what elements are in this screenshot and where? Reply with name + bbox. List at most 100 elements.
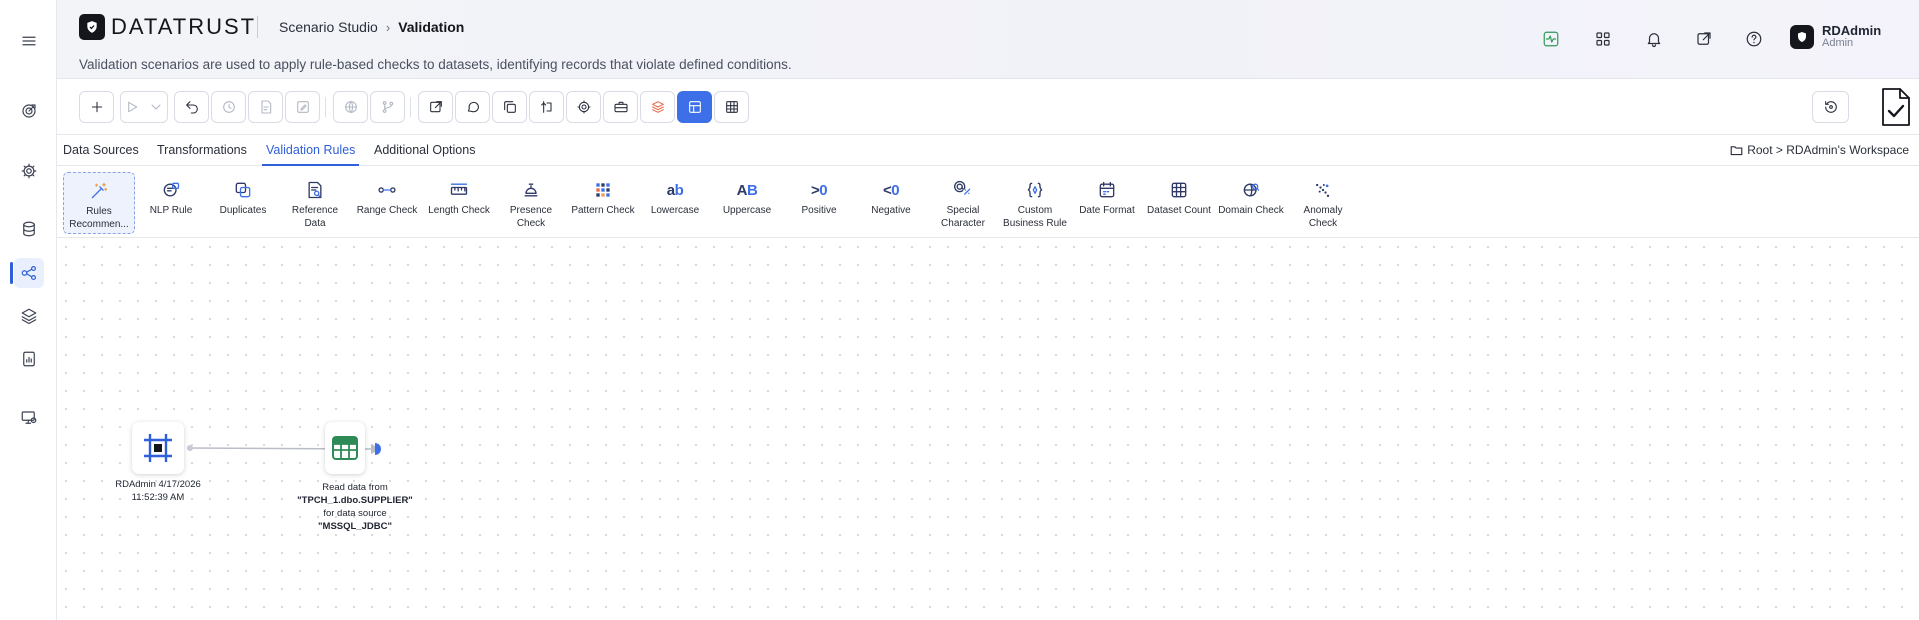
magic-wand-icon	[89, 179, 109, 203]
palette-item-length-check[interactable]: Length Check	[423, 172, 495, 234]
rules-palette: Rules Recommen... NLP Rule Duplicates Re…	[57, 166, 1919, 238]
palette-item-nlp-rule[interactable]: NLP Rule	[135, 172, 207, 234]
palette-label: Duplicates	[219, 205, 267, 216]
palette-item-date-format[interactable]: Date Format	[1071, 172, 1143, 234]
tab-transformations[interactable]: Transformations	[157, 143, 247, 157]
user-menu[interactable]: RDAdmin Admin	[1790, 24, 1881, 49]
toolbox-button[interactable]	[603, 91, 638, 123]
palette-label: Uppercase	[722, 205, 772, 216]
duplicate-icon	[233, 178, 253, 202]
add-button[interactable]	[79, 91, 114, 123]
database-icon[interactable]	[14, 214, 44, 244]
play-icon[interactable]	[120, 91, 144, 123]
validate-doc-icon[interactable]	[1877, 87, 1913, 127]
ruler-icon	[449, 178, 469, 202]
branch-button[interactable]	[370, 91, 405, 123]
palette-label: Positive	[801, 205, 837, 216]
palette-item-anomaly-check[interactable]: Anomaly Check	[1287, 172, 1359, 234]
user-role: Admin	[1822, 37, 1854, 49]
scenario-flow-icon[interactable]	[10, 258, 44, 288]
layers-stack-button[interactable]	[640, 91, 675, 123]
palette-item-special-character[interactable]: Special Character	[927, 172, 999, 234]
breadcrumb: Scenario Studio › Validation	[279, 19, 464, 35]
table-node-icon	[332, 436, 358, 460]
settings-button[interactable]	[566, 91, 601, 123]
help-icon[interactable]	[1743, 28, 1765, 50]
menu-icon[interactable]	[14, 26, 44, 56]
layers-icon[interactable]	[14, 301, 44, 331]
dataset-grid-icon	[1169, 178, 1189, 202]
palette-item-uppercase[interactable]: AB Uppercase	[711, 172, 783, 234]
less-than-zero-icon: <0	[882, 181, 900, 199]
doc-settings-button[interactable]	[248, 91, 283, 123]
monitor-settings-icon[interactable]	[14, 403, 44, 433]
start-node-icon	[144, 434, 172, 462]
logo: DATATRUST	[79, 14, 256, 40]
palette-item-rules-recommendation[interactable]: Rules Recommen...	[63, 172, 135, 234]
chevron-down-icon[interactable]	[145, 91, 167, 123]
header-divider	[257, 16, 258, 38]
compare-button[interactable]	[529, 91, 564, 123]
chevron-right-icon: ›	[385, 19, 391, 35]
layout-view-button[interactable]	[677, 91, 712, 123]
read-data-node[interactable]	[325, 422, 365, 474]
palette-label: Pattern Check	[571, 205, 635, 216]
tab-additional-options[interactable]: Additional Options	[374, 143, 475, 157]
tab-validation-rules[interactable]: Validation Rules	[261, 143, 360, 166]
node-label-table: "TPCH_1.dbo.SUPPLIER"	[297, 495, 413, 506]
lowercase-icon: ab	[666, 181, 684, 199]
brain-icon	[161, 178, 181, 202]
activity-icon[interactable]	[1540, 28, 1562, 50]
globe-button[interactable]	[333, 91, 368, 123]
palette-item-domain-check[interactable]: Domain Check	[1215, 172, 1287, 234]
external-link-icon[interactable]	[1693, 28, 1715, 50]
open-external-button[interactable]	[418, 91, 453, 123]
palette-item-range-check[interactable]: Range Check	[351, 172, 423, 234]
report-icon[interactable]	[14, 344, 44, 374]
palette-label: Range Check	[356, 205, 418, 216]
avatar	[1790, 24, 1814, 49]
workspace-path[interactable]: Root > RDAdmin's Workspace	[1730, 143, 1909, 157]
range-icon	[377, 178, 397, 202]
palette-item-lowercase[interactable]: ab Lowercase	[639, 172, 711, 234]
calendar-icon	[1097, 178, 1117, 202]
palette-item-pattern-check[interactable]: Pattern Check	[567, 172, 639, 234]
gear-icon[interactable]	[14, 156, 44, 186]
table-view-button[interactable]	[714, 91, 749, 123]
scatter-icon	[1313, 178, 1333, 202]
presence-icon	[521, 178, 541, 202]
shield-logo-icon	[79, 14, 105, 40]
palette-item-custom-business-rule[interactable]: Custom Business Rule	[999, 172, 1071, 234]
page-description: Validation scenarios are used to apply r…	[79, 57, 792, 72]
palette-item-reference-data[interactable]: Reference Data	[279, 172, 351, 234]
palette-label: Custom Business Rule	[1003, 205, 1067, 229]
tab-data-sources[interactable]: Data Sources	[63, 143, 139, 157]
palette-item-negative[interactable]: <0 Negative	[855, 172, 927, 234]
palette-item-dataset-count[interactable]: Dataset Count	[1143, 172, 1215, 234]
palette-item-presence-check[interactable]: Presence Check	[495, 172, 567, 234]
palette-item-positive[interactable]: >0 Positive	[783, 172, 855, 234]
palette-label: NLP Rule	[149, 205, 193, 216]
breadcrumb-parent[interactable]: Scenario Studio	[279, 19, 378, 35]
start-node[interactable]	[132, 422, 184, 474]
restore-button[interactable]	[1812, 91, 1849, 123]
palette-item-duplicates[interactable]: Duplicates	[207, 172, 279, 234]
target-icon[interactable]	[14, 96, 44, 126]
palette-label: Date Format	[1079, 205, 1135, 216]
palette-label: Length Check	[428, 205, 490, 216]
logo-text: DATATRUST	[111, 14, 257, 39]
greater-than-zero-icon: >0	[810, 181, 828, 199]
palette-label: Dataset Count	[1147, 205, 1211, 216]
history-button[interactable]	[211, 91, 246, 123]
undo-button[interactable]	[174, 91, 209, 123]
flow-canvas[interactable]: RDAdmin 4/17/2026 11:52:39 AM Read data …	[57, 238, 1919, 620]
custom-rule-icon	[1025, 178, 1045, 202]
read-data-node-label: Read data from "TPCH_1.dbo.SUPPLIER" for…	[293, 481, 417, 533]
apps-grid-icon[interactable]	[1592, 28, 1614, 50]
node-label-prefix: Read data from	[322, 482, 388, 493]
edit-button[interactable]	[285, 91, 320, 123]
comment-button[interactable]	[455, 91, 490, 123]
bell-icon[interactable]	[1643, 28, 1665, 50]
left-rail	[0, 0, 57, 620]
copy-button[interactable]	[492, 91, 527, 123]
